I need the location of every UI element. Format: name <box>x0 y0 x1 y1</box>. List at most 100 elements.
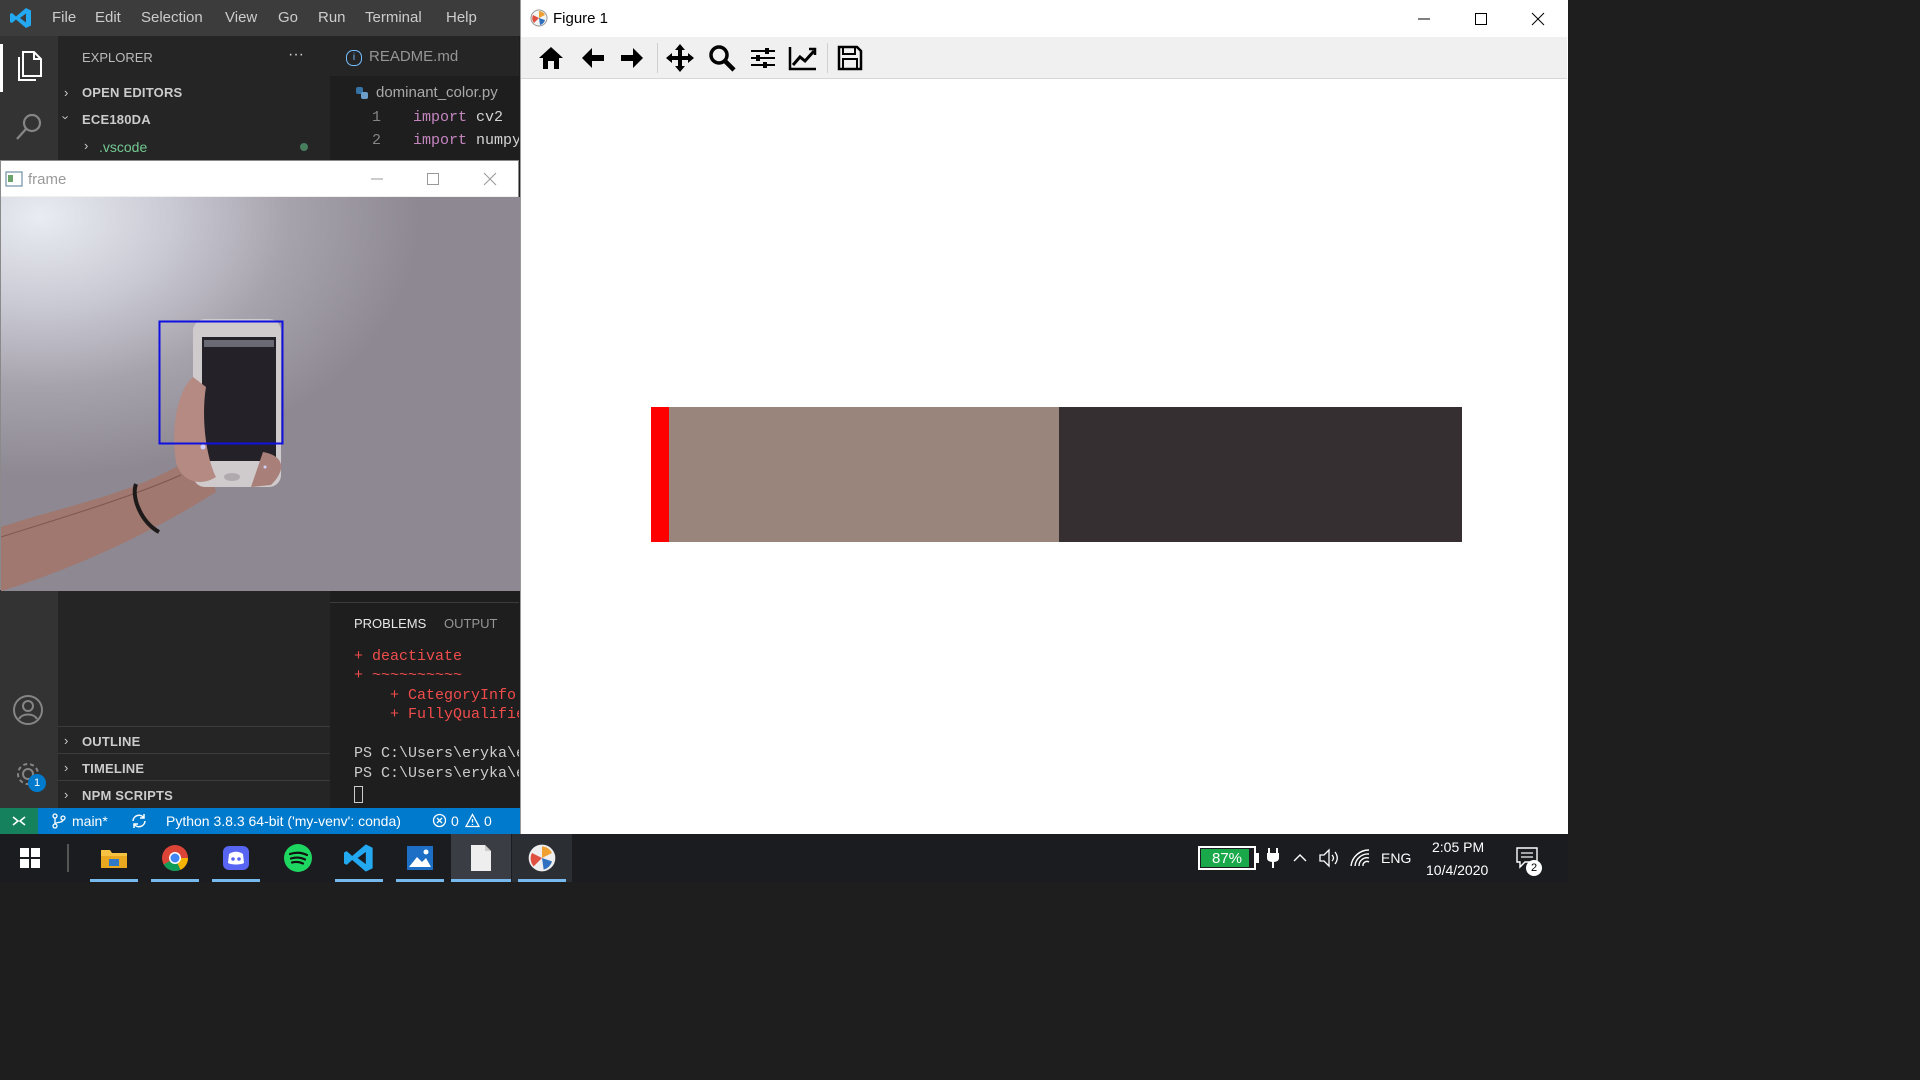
account-icon[interactable] <box>12 694 44 726</box>
edit-axis-icon[interactable] <box>786 41 820 75</box>
search-icon[interactable] <box>14 112 44 142</box>
home-icon[interactable] <box>534 41 568 75</box>
python-file-icon <box>355 86 369 100</box>
terminal-error-line: + FullyQualifie <box>354 706 526 723</box>
figure-window: Figure 1 <box>520 0 1568 834</box>
running-indicator <box>212 879 260 882</box>
language-indicator[interactable]: ENG <box>1381 850 1411 866</box>
warning-icon <box>465 813 480 828</box>
tab-problems[interactable]: PROBLEMS <box>354 616 426 631</box>
menu-selection[interactable]: Selection <box>141 9 203 26</box>
menu-terminal[interactable]: Terminal <box>365 9 422 26</box>
clock-date[interactable]: 10/4/2020 <box>1426 862 1488 878</box>
chevron-up-icon[interactable] <box>1291 849 1309 867</box>
close-icon[interactable] <box>482 171 498 187</box>
clock-time[interactable]: 2:05 PM <box>1432 839 1484 855</box>
forward-arrow-icon[interactable] <box>615 41 649 75</box>
menu-edit[interactable]: Edit <box>95 9 121 26</box>
panel-divider <box>330 602 520 603</box>
remote-indicator[interactable] <box>0 808 38 834</box>
document-icon[interactable] <box>451 834 511 882</box>
code-keyword: import <box>413 109 468 126</box>
color-segment <box>1058 407 1462 542</box>
vscode-logo-icon <box>10 7 32 29</box>
breadcrumb[interactable]: dominant_color.py <box>376 84 498 101</box>
tab-readme[interactable]: README.md <box>369 48 458 65</box>
wifi-icon[interactable] <box>1349 848 1371 868</box>
terminal-error-line: + CategoryInfo <box>354 687 517 704</box>
frame-window: frame <box>0 160 520 591</box>
line-number: 1 <box>372 109 382 126</box>
running-indicator <box>151 879 199 882</box>
vscode-folder-item[interactable]: .vscode <box>99 139 147 155</box>
plug-icon <box>1266 848 1280 868</box>
maximize-icon[interactable] <box>1473 11 1489 27</box>
chevron-right-icon: › <box>64 760 69 775</box>
explorer-title: EXPLORER <box>82 50 153 65</box>
figure-titlebar[interactable]: Figure 1 <box>521 0 1567 37</box>
photos-icon[interactable] <box>390 834 450 882</box>
chevron-right-icon: › <box>64 787 69 802</box>
warning-count[interactable]: 0 <box>484 813 492 829</box>
vscode-titlebar: File Edit Selection View Go Run Terminal… <box>0 0 520 36</box>
dominant-color-bar <box>651 407 1462 542</box>
back-arrow-icon[interactable] <box>576 41 610 75</box>
window-app-icon <box>5 171 23 187</box>
running-indicator <box>396 879 444 882</box>
speaker-icon[interactable] <box>1318 848 1340 868</box>
zoom-icon[interactable] <box>705 41 739 75</box>
chrome-icon[interactable] <box>145 834 205 882</box>
divider <box>58 753 330 754</box>
open-editors-header[interactable]: OPEN EDITORS <box>82 85 182 100</box>
timeline-header[interactable]: TIMELINE <box>82 761 144 776</box>
tab-output[interactable]: OUTPUT <box>444 616 497 631</box>
sync-icon[interactable] <box>130 812 148 830</box>
folder-header[interactable]: ECE180DA <box>82 112 151 127</box>
modified-dot <box>300 143 308 151</box>
error-icon <box>432 813 447 828</box>
more-actions-button[interactable]: ··· <box>288 46 304 64</box>
running-indicator <box>451 879 511 882</box>
outline-header[interactable]: OUTLINE <box>82 734 140 749</box>
minimize-icon[interactable] <box>369 171 385 187</box>
figure-title: Figure 1 <box>553 10 609 27</box>
pan-icon[interactable] <box>663 41 697 75</box>
camera-feed <box>1 197 520 591</box>
save-icon[interactable] <box>833 41 867 75</box>
menu-go[interactable]: Go <box>278 9 298 26</box>
running-indicator <box>518 879 566 882</box>
spotify-icon[interactable] <box>268 834 328 882</box>
vscode-taskbar-icon[interactable] <box>329 834 389 882</box>
chevron-right-icon: › <box>64 733 69 748</box>
menu-view[interactable]: View <box>225 9 257 26</box>
settings-badge: 1 <box>28 774 46 792</box>
npm-scripts-header[interactable]: NPM SCRIPTS <box>82 788 173 803</box>
terminal-cursor[interactable] <box>354 786 363 803</box>
files-icon[interactable] <box>14 50 44 82</box>
error-count[interactable]: 0 <box>451 813 459 829</box>
menu-run[interactable]: Run <box>318 9 346 26</box>
figure-toolbar <box>521 37 1567 79</box>
divider <box>58 780 330 781</box>
configure-subplots-icon[interactable] <box>746 41 780 75</box>
code-keyword: import <box>413 132 468 149</box>
taskbar: 87% ENG 2:05 PM 10/4/2020 2 <box>0 834 1568 882</box>
frame-title: frame <box>28 171 67 188</box>
terminal-error-line: + deactivate <box>354 648 463 665</box>
menu-help[interactable]: Help <box>446 9 477 26</box>
file-explorer-icon[interactable] <box>84 834 144 882</box>
branch-name[interactable]: main* <box>72 813 108 829</box>
menu-file[interactable]: File <box>52 9 76 26</box>
windows-start-icon[interactable] <box>0 834 60 882</box>
battery-indicator[interactable]: 87% <box>1198 846 1256 870</box>
running-indicator <box>90 879 138 882</box>
minimize-icon[interactable] <box>1416 11 1432 27</box>
maximize-icon[interactable] <box>425 171 441 187</box>
discord-icon[interactable] <box>206 834 266 882</box>
toolbar-separator <box>657 43 658 73</box>
matplotlib-taskbar-icon[interactable] <box>512 834 572 882</box>
close-icon[interactable] <box>1530 11 1546 27</box>
python-interpreter[interactable]: Python 3.8.3 64-bit ('my-venv': conda) <box>166 813 401 829</box>
frame-titlebar[interactable]: frame <box>1 161 518 196</box>
matplotlib-icon <box>530 9 548 27</box>
